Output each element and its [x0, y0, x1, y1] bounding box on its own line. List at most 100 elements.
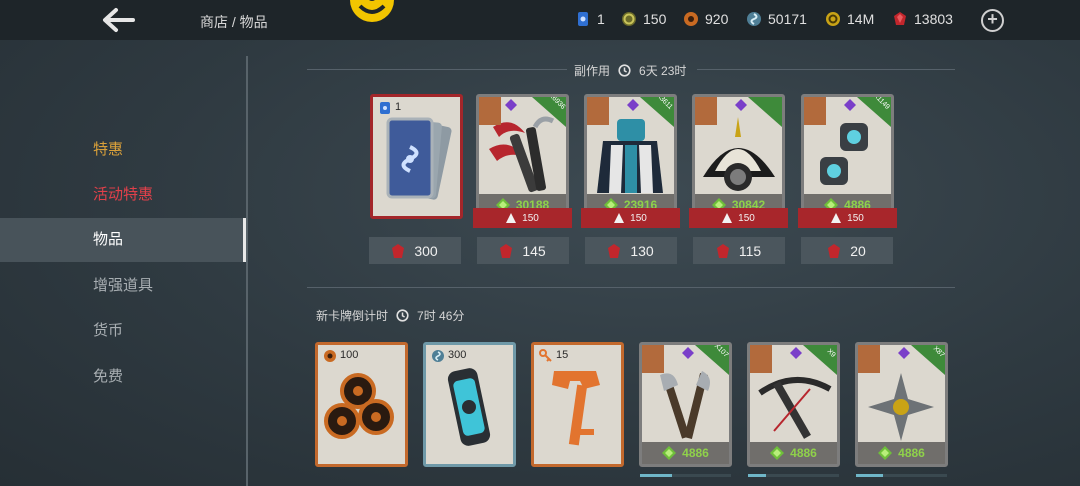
price-value: 145	[522, 242, 546, 259]
purple-gem-icon	[682, 347, 694, 359]
breadcrumb: 商店 / 物品	[200, 14, 268, 30]
mountain-icon	[506, 213, 517, 223]
card-progress-bar	[748, 474, 839, 477]
gold-coin-icon	[826, 12, 840, 26]
back-arrow-icon[interactable]	[100, 6, 136, 34]
rarity-badge	[695, 97, 717, 125]
item-card-key[interactable]: 15	[531, 342, 624, 467]
section1-header: 副作用 6天 23时	[574, 62, 686, 79]
currency-value: 13803	[914, 11, 953, 27]
add-currency-button[interactable]: +	[981, 9, 1004, 32]
progress-fill	[640, 474, 672, 477]
currency-value: 1	[597, 11, 605, 27]
card-quantity: 15	[556, 349, 569, 361]
currency-gold: 14M	[825, 11, 874, 27]
sidebar-item-boosters[interactable]: 增强道具	[0, 264, 246, 308]
shop-emblem-icon	[350, 0, 394, 22]
purple-gem-icon	[735, 99, 747, 111]
item-card-tokens[interactable]: 100	[315, 342, 408, 467]
progress-fill	[748, 474, 767, 477]
card-quantity: 100	[340, 349, 359, 361]
sidebar-item-label: 免费	[93, 368, 124, 385]
currency-value: 50171	[768, 11, 807, 27]
price-value: 130	[630, 242, 654, 259]
spiral-orb-icon	[747, 12, 761, 26]
top-bar: 商店 / 物品 1 150 920 50171 14M 13803 +	[0, 0, 1080, 40]
ruby-gem-icon	[392, 243, 405, 258]
requirement-bar: 150	[798, 208, 897, 228]
key-icon	[539, 349, 552, 362]
item-card-armor[interactable]: 23916 X3611	[584, 94, 677, 219]
item-card-gadget[interactable]: 4886 X1149	[801, 94, 894, 219]
gear-coin-icon	[622, 12, 636, 26]
section-divider	[307, 69, 567, 70]
buy-button[interactable]: 145	[477, 237, 569, 264]
price-value: 115	[738, 242, 762, 259]
requirement-value: 150	[630, 212, 647, 224]
ruby-gem-icon	[500, 243, 513, 258]
section-divider	[307, 287, 955, 288]
currency-gems: 13803	[892, 11, 953, 27]
power-value: 4886	[790, 446, 817, 460]
currency-orb: 50171	[746, 11, 807, 27]
blue-card-icon	[380, 102, 390, 114]
sidebar-item-label: 活动特惠	[93, 186, 154, 203]
requirement-bar: 150	[473, 208, 572, 228]
section2-header: 新卡牌倒计时 7时 46分	[316, 307, 464, 324]
card-quantity: 1	[395, 101, 402, 113]
purple-gem-icon	[844, 99, 856, 111]
sidebar-item-items[interactable]: 物品	[0, 218, 246, 262]
power-rating: 4886	[750, 442, 837, 464]
orange-token-icon	[324, 350, 336, 362]
section-timer: 7时 46分	[417, 309, 465, 323]
item-card-axes[interactable]: 4886 X107	[639, 342, 732, 467]
sidebar-item-deals[interactable]: 特惠	[0, 128, 246, 172]
power-gem-icon	[878, 446, 893, 460]
progress-fill	[856, 474, 884, 477]
section-divider	[697, 69, 955, 70]
card-quantity: 300	[448, 349, 467, 361]
section-timer: 6天 23时	[639, 64, 687, 78]
item-card-shuriken[interactable]: 4886 X87	[855, 342, 948, 467]
ruby-gem-icon	[894, 12, 906, 25]
price-value: 20	[850, 242, 866, 259]
section-title: 副作用	[574, 64, 611, 78]
count-tab-icon	[748, 97, 782, 127]
item-card-crossbow[interactable]: 4886 X9	[747, 342, 840, 467]
currency-token: 920	[683, 11, 728, 27]
ruby-gem-icon	[608, 243, 621, 258]
power-rating: 4886	[858, 442, 945, 464]
rarity-badge	[479, 97, 501, 125]
rarity-badge	[858, 345, 880, 373]
sidebar-item-label: 物品	[93, 231, 124, 248]
sidebar-item-free[interactable]: 免费	[0, 355, 246, 399]
requirement-value: 150	[847, 212, 864, 224]
requirement-value: 150	[738, 212, 755, 224]
power-gem-icon	[662, 446, 677, 460]
purple-gem-icon	[627, 99, 639, 111]
sidebar-item-event-deals[interactable]: 活动特惠	[0, 173, 246, 217]
requirement-bar: 150	[581, 208, 680, 228]
mountain-icon	[614, 213, 625, 223]
requirement-bar: 150	[689, 208, 788, 228]
item-card-helmet[interactable]: 30842	[692, 94, 785, 219]
buy-button[interactable]: 115	[693, 237, 785, 264]
sidebar-item-label: 特惠	[93, 141, 124, 158]
rarity-badge	[587, 97, 609, 125]
clock-icon	[618, 64, 631, 77]
ruby-gem-icon	[828, 243, 841, 258]
item-card-blades[interactable]: 30188 X6936	[476, 94, 569, 219]
buy-button[interactable]: 20	[801, 237, 893, 264]
item-card-card-pack[interactable]: 1	[370, 94, 463, 219]
power-value: 4886	[898, 446, 925, 460]
power-value: 4886	[682, 446, 709, 460]
buy-button[interactable]: 130	[585, 237, 677, 264]
power-gem-icon	[770, 446, 785, 460]
item-card-capsule[interactable]: 300	[423, 342, 516, 467]
currency-cards: 1	[575, 11, 605, 27]
buy-button[interactable]: 300	[369, 237, 461, 264]
sidebar-divider	[246, 56, 248, 486]
blue-card-icon	[578, 12, 588, 26]
sidebar-item-currency[interactable]: 货币	[0, 309, 246, 353]
rarity-badge	[750, 345, 772, 373]
